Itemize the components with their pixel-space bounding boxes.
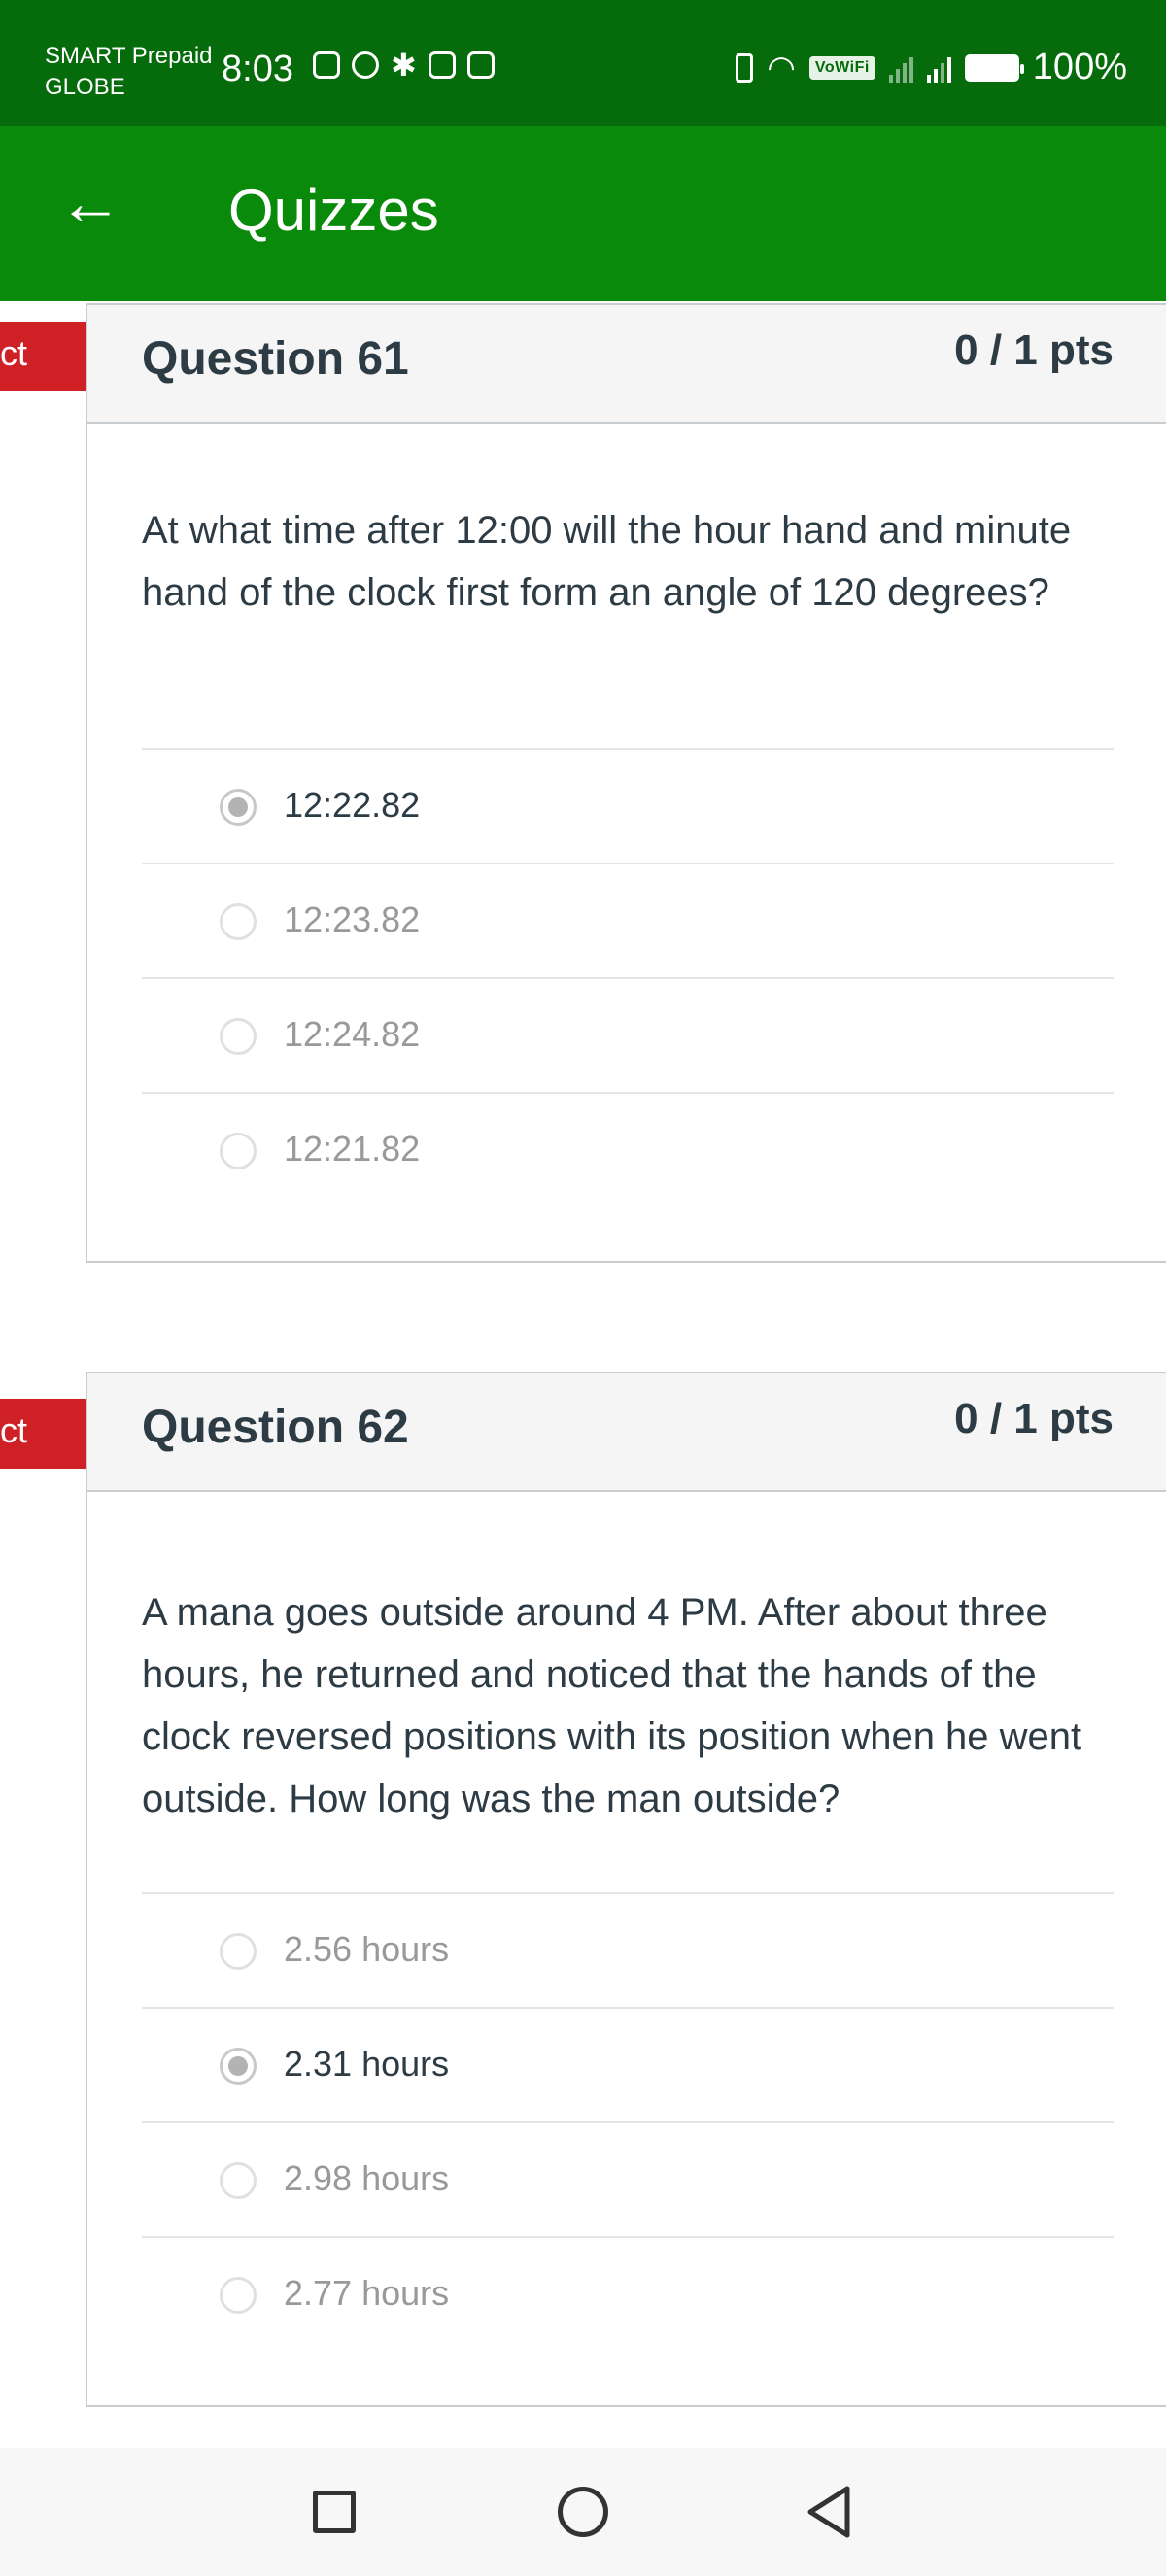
- system-icons: ◠ VoWiFi 100%: [736, 47, 1127, 88]
- signal-1-icon: [888, 53, 913, 83]
- answer-label: 2.31 hours: [284, 2044, 450, 2084]
- bluetooth-icon: ✱: [391, 48, 417, 83]
- arrow-left-icon[interactable]: ←: [58, 165, 122, 239]
- battery-percent: 100%: [1032, 47, 1127, 87]
- square-recents-icon[interactable]: [313, 2491, 356, 2533]
- answer-label: 2.77 hours: [284, 2273, 450, 2313]
- answer-option[interactable]: 2.77 hours: [142, 2236, 1114, 2351]
- instagram-icon-2: [466, 51, 495, 79]
- carrier-name-2: GLOBE: [45, 74, 125, 100]
- vowifi-badge: VoWiFi: [808, 55, 875, 80]
- answer-label: 2.56 hours: [284, 1929, 450, 1969]
- question-text: A mana goes outside around 4 PM. After a…: [142, 1591, 1082, 1820]
- answer-label: 12:24.82: [284, 1014, 421, 1054]
- carrier-name-1: SMART Prepaid: [45, 43, 213, 69]
- question-points: 0 / 1 pts: [954, 326, 1114, 374]
- answer-label: 12:22.82: [284, 785, 421, 825]
- question-title: Question 61: [142, 333, 409, 385]
- app-bar: ← Quizzes: [0, 126, 1166, 301]
- question-card: Question 62 0 / 1 pts A mana goes outsid…: [86, 1372, 1166, 2407]
- answer-option[interactable]: 12:23.82: [142, 863, 1114, 977]
- question-header: Question 62 0 / 1 pts: [87, 1373, 1166, 1492]
- radio-button[interactable]: [220, 1133, 257, 1169]
- radio-button-selected[interactable]: [220, 2048, 257, 2085]
- radio-button[interactable]: [220, 903, 257, 940]
- instagram-icon: [428, 51, 456, 79]
- answer-label: 12:21.82: [284, 1129, 421, 1169]
- answer-option[interactable]: 2.98 hours: [142, 2121, 1114, 2236]
- question-header: Question 61 0 / 1 pts: [87, 305, 1166, 424]
- question-title: Question 62: [142, 1402, 409, 1453]
- radio-button[interactable]: [220, 1933, 257, 1970]
- question-card: Question 61 0 / 1 pts At what time after…: [86, 303, 1166, 1263]
- radio-button[interactable]: [220, 2277, 257, 2314]
- answer-option[interactable]: 12:21.82: [142, 1092, 1114, 1206]
- answer-option[interactable]: 12:22.82: [142, 748, 1114, 863]
- answer-label: 12:23.82: [284, 899, 421, 939]
- circle-home-icon[interactable]: [558, 2487, 608, 2537]
- navigation-bar: [0, 2448, 1166, 2576]
- answer-list: 12:22.82 12:23.82 12:24.82 12:21.82: [142, 748, 1114, 1206]
- status-bar: SMART Prepaid GLOBE 8:03 ✱ ◠ VoWiFi 100%: [0, 0, 1166, 126]
- radio-button[interactable]: [220, 2162, 257, 2199]
- nfc-icon: [313, 51, 340, 79]
- vibrate-icon: [736, 52, 754, 83]
- carrier-info: SMART Prepaid GLOBE: [45, 41, 213, 103]
- signal-2-icon: [926, 53, 951, 83]
- status-time: 8:03: [222, 49, 293, 89]
- battery-icon: [964, 53, 1024, 82]
- answer-option[interactable]: 12:24.82: [142, 977, 1114, 1092]
- radio-button-selected[interactable]: [220, 789, 257, 826]
- question-text: At what time after 12:00 will the hour h…: [142, 509, 1072, 614]
- answer-label: 2.98 hours: [284, 2158, 450, 2198]
- question-points: 0 / 1 pts: [954, 1395, 1114, 1442]
- wifi-icon: ◠: [767, 49, 796, 86]
- camera-notification-icon: [352, 51, 379, 79]
- page-title: Quizzes: [228, 178, 439, 243]
- answer-option[interactable]: 2.56 hours: [142, 1892, 1114, 2007]
- ribbon-label: ct: [0, 333, 28, 373]
- answer-option[interactable]: 2.31 hours: [142, 2007, 1114, 2121]
- ribbon-label: ct: [0, 1410, 28, 1450]
- answer-list: 2.56 hours 2.31 hours 2.98 hours 2.77 ho…: [142, 1892, 1114, 2351]
- triangle-back-icon[interactable]: [805, 2485, 851, 2539]
- radio-button[interactable]: [220, 1018, 257, 1055]
- notification-icons: ✱: [313, 48, 495, 83]
